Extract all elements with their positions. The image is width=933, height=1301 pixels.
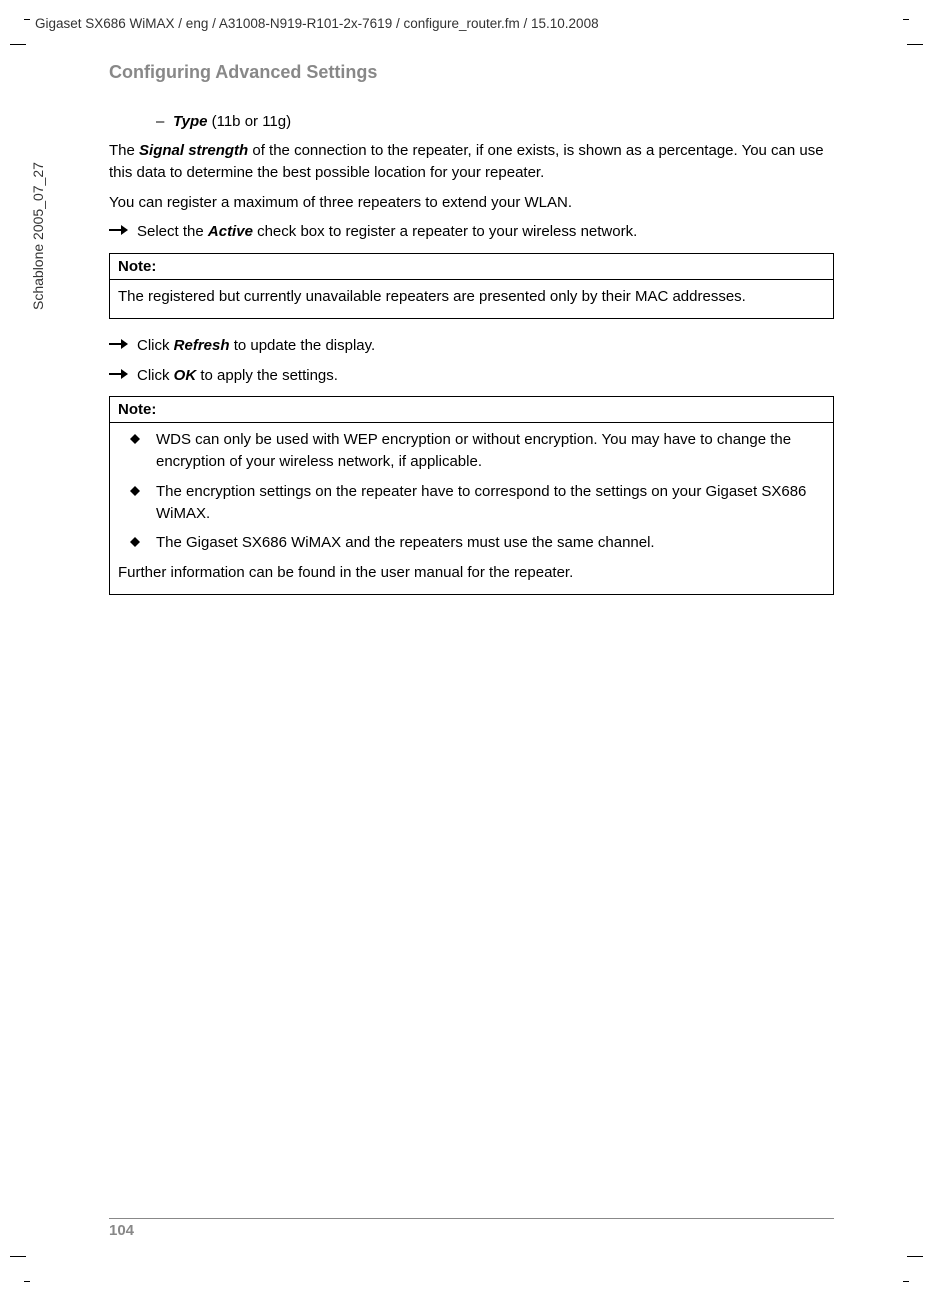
diamond-icon — [130, 537, 140, 547]
arrow-icon — [109, 338, 129, 350]
crop-mark — [903, 19, 909, 20]
crop-mark — [907, 44, 923, 45]
header-path: Gigaset SX686 WiMAX / eng / A31008-N919-… — [35, 16, 599, 31]
type-subitem: Type (11b or 11g) — [156, 113, 834, 130]
active-label: Active — [208, 223, 253, 240]
crop-mark — [903, 1281, 909, 1282]
type-label: Type — [173, 113, 207, 130]
note-box-1: Note: The registered but currently unava… — [109, 253, 834, 319]
crop-mark — [907, 1256, 923, 1257]
paragraph-signal-strength: The Signal strength of the connection to… — [109, 140, 834, 184]
note-footer: Further information can be found in the … — [118, 562, 825, 584]
arrow-icon — [109, 368, 129, 380]
crop-mark — [24, 1281, 30, 1282]
crop-mark — [24, 19, 30, 20]
type-suffix: (11b or 11g) — [207, 113, 291, 130]
step-ok: Click OK to apply the settings. — [109, 365, 834, 387]
note-body: The registered but currently unavailable… — [110, 280, 833, 318]
diamond-icon — [130, 486, 140, 496]
page-number: 104 — [109, 1222, 134, 1239]
step-select-active: Select the Active check box to register … — [109, 221, 834, 243]
refresh-label: Refresh — [174, 337, 230, 354]
section-heading: Configuring Advanced Settings — [109, 62, 834, 83]
note-bullet-2: The encryption settings on the repeater … — [118, 481, 825, 525]
ok-label: OK — [174, 367, 197, 384]
arrow-icon — [109, 224, 129, 236]
note-bullet-1: WDS can only be used with WEP encryption… — [118, 429, 825, 473]
note-box-2: Note: WDS can only be used with WEP encr… — [109, 396, 834, 595]
crop-mark — [10, 1256, 26, 1257]
note-bullet-3: The Gigaset SX686 WiMAX and the repeater… — [118, 532, 825, 554]
signal-strength-label: Signal strength — [139, 142, 248, 159]
paragraph-max-repeaters: You can register a maximum of three repe… — [109, 192, 834, 214]
crop-mark — [10, 44, 26, 45]
note-header: Note: — [110, 397, 833, 423]
step-refresh: Click Refresh to update the display. — [109, 335, 834, 357]
sidebar-template-label: Schablone 2005_07_27 — [30, 162, 46, 310]
page-footer-rule — [109, 1218, 834, 1219]
note-header: Note: — [110, 254, 833, 280]
diamond-icon — [130, 434, 140, 444]
